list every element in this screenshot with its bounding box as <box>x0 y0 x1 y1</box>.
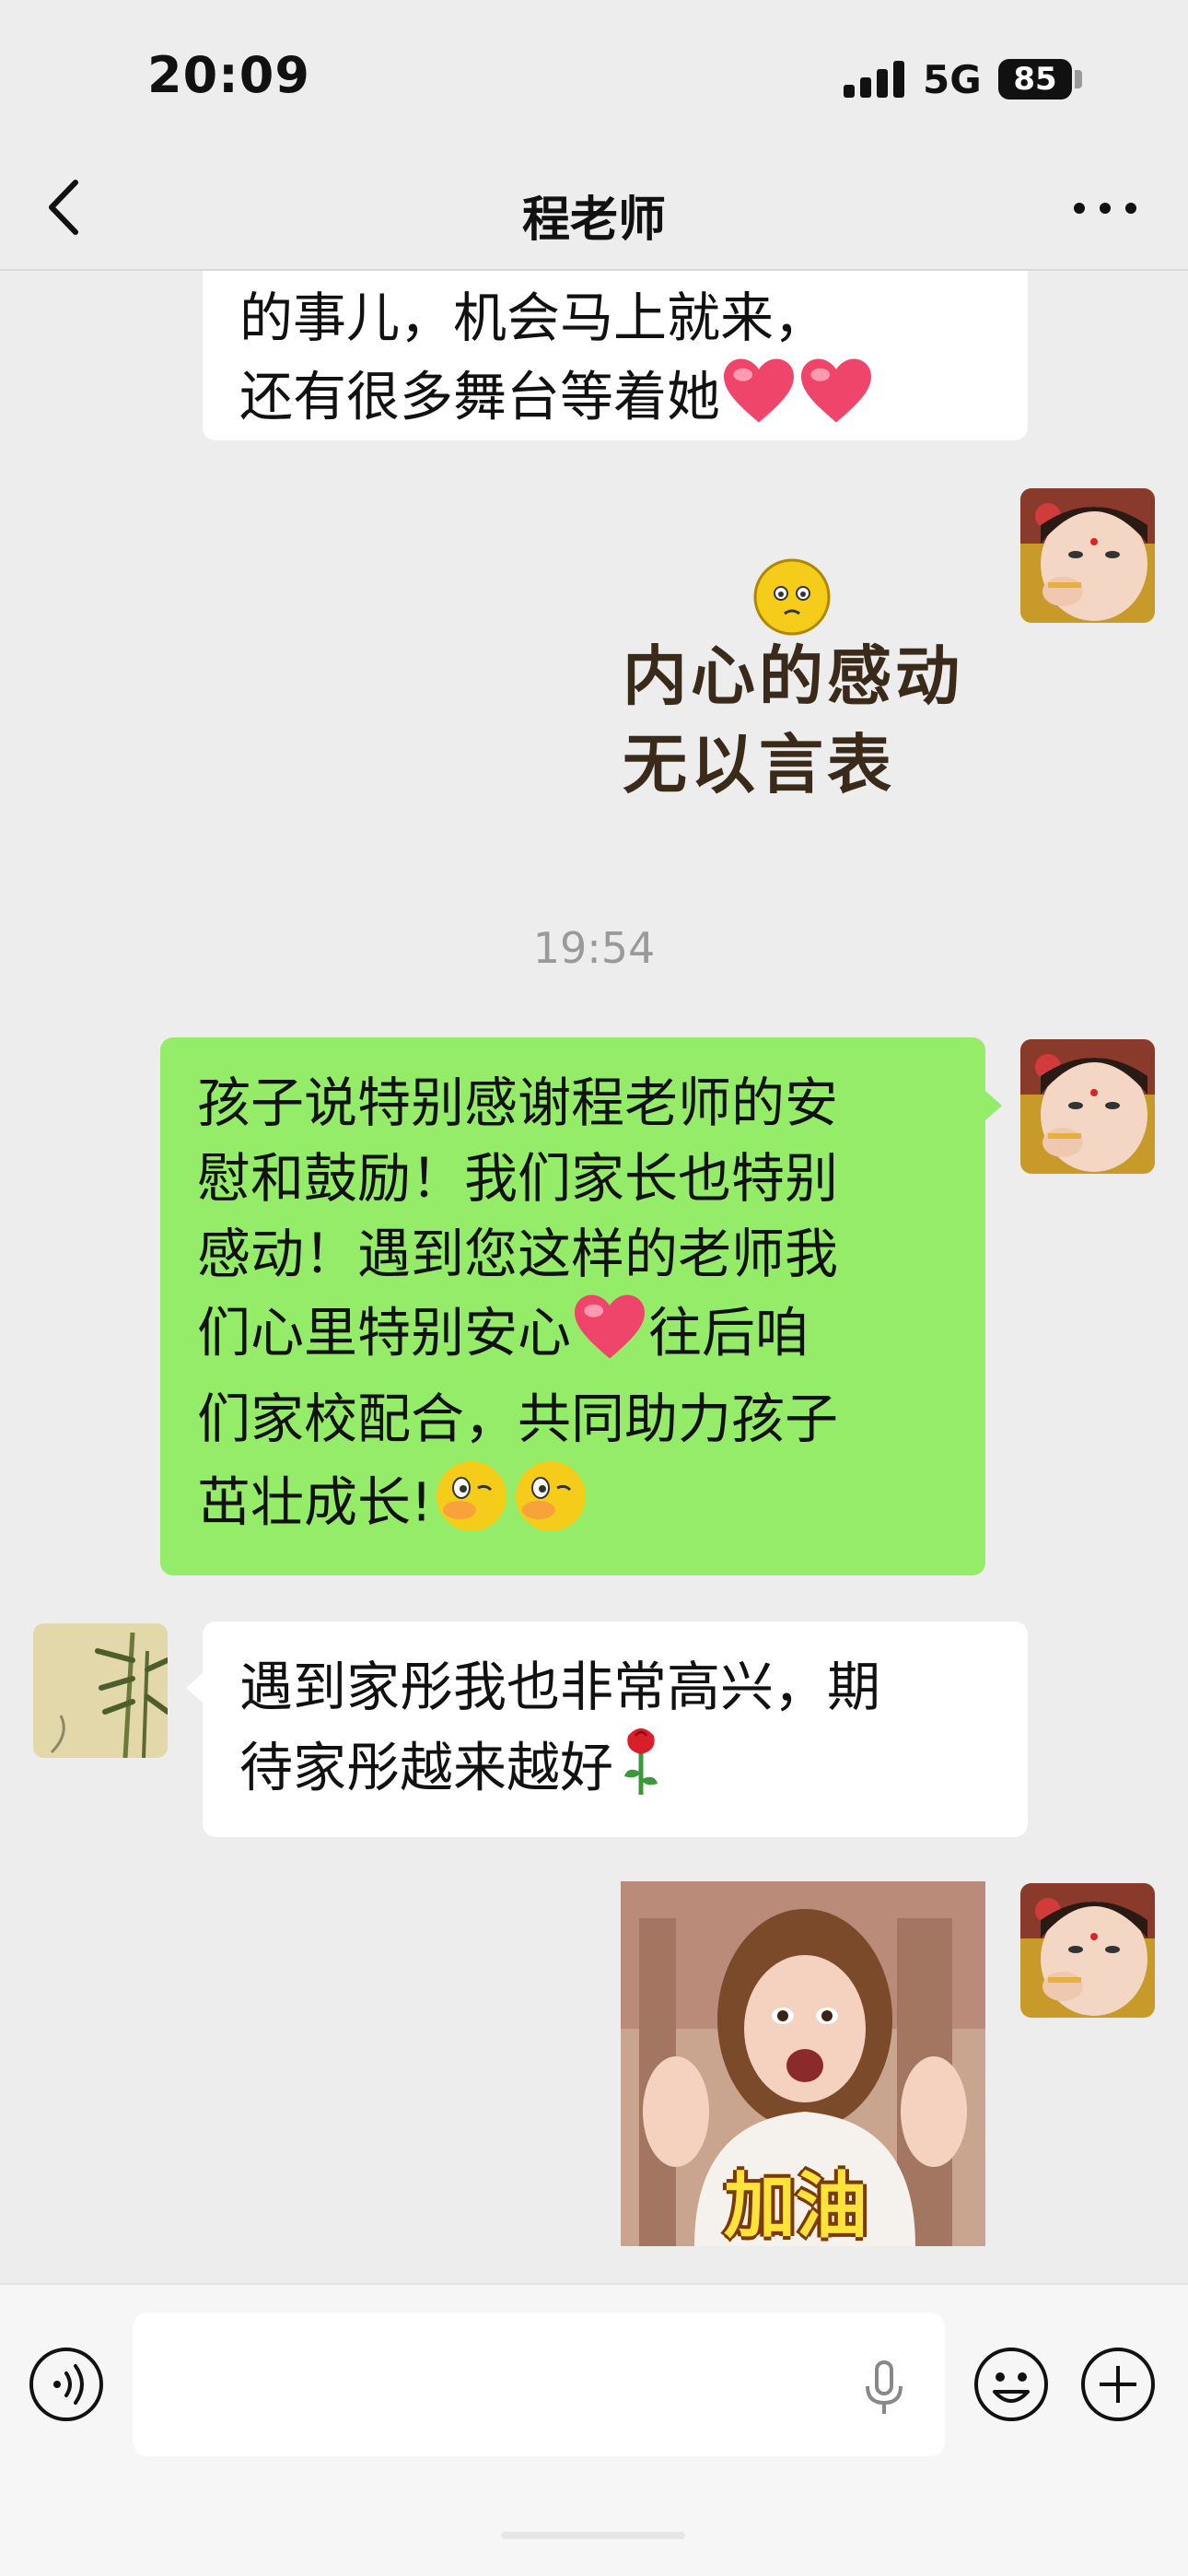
sticker-caption: 加油 <box>724 2165 868 2246</box>
chat-area[interactable]: 的事儿，机会马上就来， 还有很多舞台等着她 内心的感动 无以言表 19:54 孩… <box>0 271 1188 2283</box>
signal-icon <box>844 61 906 98</box>
home-indicator <box>501 2532 685 2539</box>
emoji-sticker-face <box>753 558 831 636</box>
bubble-tail <box>985 1091 1002 1120</box>
sticker-line: 无以言表 <box>623 726 895 802</box>
chat-title: 程老师 <box>521 193 666 248</box>
status-bar: 20:09 5G 85 <box>0 0 1188 147</box>
self-avatar[interactable] <box>1020 1883 1155 2018</box>
incoming-message[interactable]: 遇到家彤我也非常高兴，期 待家彤越来越好 <box>203 1622 1028 1837</box>
message-input[interactable] <box>133 2313 945 2456</box>
wink-emoji <box>432 1457 511 1555</box>
message-line: 遇到家彤我也非常高兴，期 <box>239 1656 881 1718</box>
mic-icon[interactable] <box>864 2360 904 2416</box>
rose-emoji <box>613 1725 669 1818</box>
message-line: 慰和鼓励！我们家长也特别 <box>197 1147 839 1210</box>
message-line: 感动！遇到您这样的老师我 <box>197 1223 839 1285</box>
wink-emoji <box>511 1457 590 1555</box>
sticker-text[interactable]: 内心的感动 无以言表 <box>623 632 963 809</box>
message-line: 们心里特别安心 往后咱 <box>197 1292 949 1381</box>
status-time: 20:09 <box>147 46 310 104</box>
incoming-message[interactable]: 的事儿，机会马上就来， 还有很多舞台等着她 <box>203 271 1028 440</box>
heart-emoji <box>720 356 798 445</box>
nav-bar: 程老师 <box>0 147 1188 271</box>
message-line: 的事儿，机会马上就来， <box>239 287 828 349</box>
message-line: 待家彤越来越好 <box>239 1725 991 1818</box>
voice-icon[interactable] <box>28 2346 105 2423</box>
message-line: 孩子说特别感谢程老师的安 <box>197 1071 839 1134</box>
message-line: 茁壮成长! <box>197 1457 949 1555</box>
sticker-line: 内心的感动 <box>623 638 963 714</box>
self-avatar[interactable] <box>1020 1039 1155 1174</box>
heart-emoji <box>571 1292 648 1381</box>
contact-avatar[interactable] <box>33 1623 168 1758</box>
message-line: 们家校配合，共同助力孩子 <box>197 1388 839 1450</box>
outgoing-message[interactable]: 孩子说特别感谢程老师的安 慰和鼓励！我们家长也特别 感动！遇到您这样的老师我 们… <box>160 1037 985 1575</box>
plus-icon[interactable] <box>1079 2346 1157 2423</box>
battery-tip <box>1075 70 1082 88</box>
message-line: 还有很多舞台等着她 <box>239 356 991 445</box>
bubble-tail <box>186 1673 203 1703</box>
network-label: 5G <box>923 57 982 102</box>
more-icon[interactable] <box>1068 188 1142 225</box>
timestamp: 19:54 <box>532 923 656 973</box>
heart-emoji <box>798 356 875 445</box>
self-avatar[interactable] <box>1020 488 1155 623</box>
battery-icon: 85 <box>998 59 1072 100</box>
emoji-icon[interactable] <box>973 2346 1050 2423</box>
photo-sticker[interactable]: 加油 <box>621 1881 985 2246</box>
